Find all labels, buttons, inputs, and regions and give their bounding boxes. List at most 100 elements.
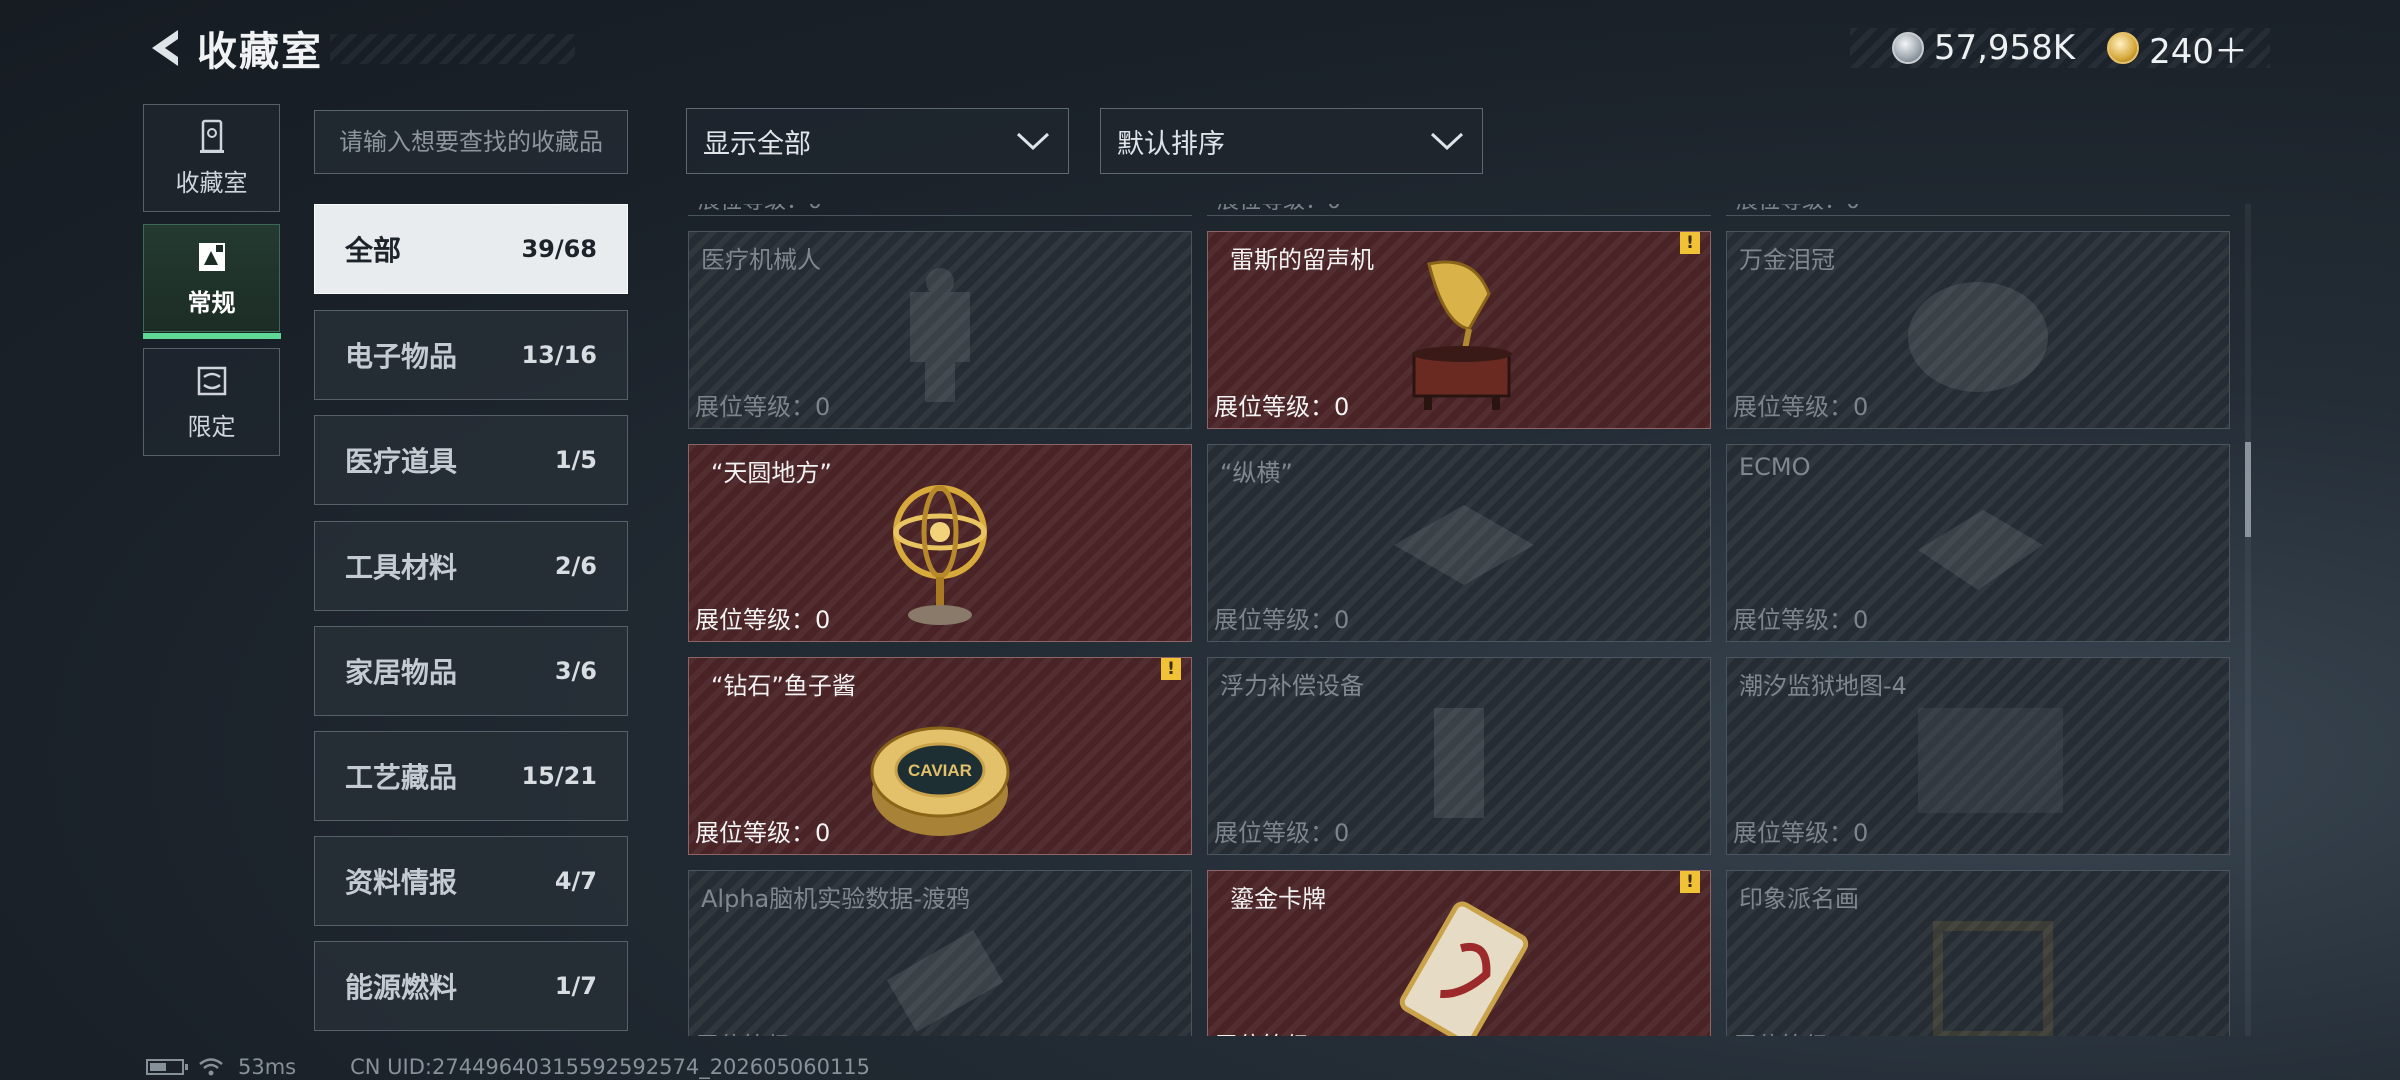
grid-scrollbar-thumb[interactable] [2245,442,2251,537]
card-level: 展位等级：0 [695,819,831,847]
category-count: 3/6 [554,657,597,685]
tab-collection-room[interactable]: 收藏室 [143,104,280,212]
category-count: 1/5 [554,446,597,474]
bcd-ghost-icon [1434,708,1484,818]
category-label: 工具材料 [345,551,458,584]
ecmo-ghost-icon [1918,510,2043,590]
card-level: 展位等级：0 [695,606,831,634]
category-label: 家居物品 [345,656,458,689]
category-crafts[interactable]: 工艺藏品 15/21 [314,731,628,821]
currency-bar: 57,958K 240＋ [1850,28,2270,72]
category-label: 能源燃料 [345,971,458,1004]
regular-icon [194,239,230,275]
gold-currency-value[interactable]: 240＋ [2149,24,2248,73]
sort-label: 默认排序 [1117,128,1225,160]
map-ghost-icon [1918,708,2063,813]
card-name: “天圆地方” [711,459,832,487]
strip-level-text: 展位等级：0 [1207,204,1711,216]
search-input[interactable] [339,128,627,156]
collection-card[interactable]: Alpha脑机实验数据-渡鸦 展位等级：0 [688,870,1192,1036]
previous-row-strip: 展位等级：0 展位等级：0 展位等级：0 [686,204,2231,218]
alert-icon: ! [1680,232,1700,254]
collection-card[interactable]: 医疗机械人 展位等级：0 [688,231,1192,429]
category-count: 4/7 [554,867,597,895]
category-count: 2/6 [554,552,597,580]
collection-card[interactable]: “纵横” 展位等级：0 [1207,444,1711,642]
collection-card[interactable]: 印象派名画 展位等级：0 [1726,870,2230,1036]
category-tools[interactable]: 工具材料 2/6 [314,521,628,611]
card-level: 展位等级：0 [1733,819,1869,847]
category-label: 资料情报 [345,866,458,899]
card-name: “纵横” [1220,459,1293,487]
collection-card[interactable]: 万金泪冠 展位等级：0 [1726,231,2230,429]
card-level: 展位等级：0 [1733,393,1869,421]
collection-grid[interactable]: 展位等级：0 展位等级：0 展位等级：0 医疗机械人 展位等级：0 雷斯的留声机… [686,204,2231,1036]
display-filter-dropdown[interactable]: 显示全部 [686,108,1069,174]
collection-card[interactable]: “天圆地方” 展位等级：0 [688,444,1192,642]
robot-ghost-icon [910,268,970,402]
search-field[interactable] [314,110,628,174]
ping-value: 53ms [238,1055,297,1079]
card-level: 展位等级：0 [1733,1026,1868,1036]
battery-icon [146,1059,188,1075]
card-level: 展位等级：0 [695,393,831,421]
card-name: 鎏金卡牌 [1230,885,1326,913]
category-fuel[interactable]: 能源燃料 1/7 [314,941,628,1031]
category-electronics[interactable]: 电子物品 13/16 [314,310,628,400]
category-label: 医疗道具 [345,445,458,478]
tab-regular-label: 常规 [187,288,236,317]
strip-level-text: 展位等级：0 [688,204,1192,216]
card-name: 印象派名画 [1739,885,1859,913]
category-medical[interactable]: 医疗道具 1/5 [314,415,628,505]
grid-scrollbar-track[interactable] [2245,204,2251,1036]
alert-icon: ! [1680,871,1700,893]
tab-limited-label: 限定 [187,412,236,441]
uid-text: CN UID:27449640315592592574_202605060115 [350,1055,871,1079]
card-level: 展位等级：0 [1214,1026,1349,1036]
tab-limited[interactable]: 限定 [143,348,280,456]
silver-currency-value: 57,958K [1933,28,2076,68]
card-name: 潮汐监狱地图-4 [1739,672,1907,700]
collection-card[interactable]: 雷斯的留声机 ! 展位等级：0 [1207,231,1711,429]
card-level: 展位等级：0 [1214,393,1350,421]
gold-coin-icon [2107,32,2140,64]
data-drive-ghost-icon [886,930,1004,1032]
back-arrow-icon[interactable] [145,26,185,70]
card-name: 浮力补偿设备 [1220,672,1364,700]
category-label: 电子物品 [345,340,458,373]
collection-card[interactable]: 潮汐监狱地图-4 展位等级：0 [1726,657,2230,855]
category-count: 15/21 [521,762,597,790]
category-label: 工艺藏品 [345,761,458,794]
card-level: 展位等级：0 [695,1026,830,1036]
category-count: 1/7 [554,972,597,1000]
collection-card[interactable]: ECMO 展位等级：0 [1726,444,2230,642]
limited-icon [194,363,230,399]
chessboard-ghost-icon [1394,505,1534,585]
category-household[interactable]: 家居物品 3/6 [314,626,628,716]
category-count: 39/68 [521,235,597,263]
collection-room-icon [194,119,230,155]
crown-ghost-icon [1908,282,2048,392]
category-intel[interactable]: 资料情报 4/7 [314,836,628,926]
collection-card[interactable]: 鎏金卡牌 ! 展位等级：0 [1207,870,1711,1036]
page-header: 收藏室 [145,24,323,75]
caviar-tin-icon: CAVIAR [870,726,1010,836]
strip-level-text: 展位等级：0 [1726,204,2230,216]
silver-coin-icon [1891,32,1924,64]
card-level: 展位等级：0 [1733,606,1869,634]
tab-regular[interactable]: 常规 [142,224,281,339]
sort-dropdown[interactable]: 默认排序 [1100,108,1483,174]
status-bar: 53ms CN UID:27449640315592592574_2026050… [146,1055,870,1079]
card-name: 万金泪冠 [1739,246,1835,274]
category-label: 全部 [345,234,402,267]
gilded-card-icon [1399,901,1529,1036]
category-all[interactable]: 全部 39/68 [314,204,628,294]
title-decoration [330,34,575,64]
collection-card[interactable]: 浮力补偿设备 展位等级：0 [1207,657,1711,855]
page-title: 收藏室 [197,29,323,75]
collection-card[interactable]: “钻石”鱼子酱 ! CAVIAR 展位等级：0 [688,657,1192,855]
card-name: ECMO [1739,453,1811,481]
gramophone-icon [1412,260,1512,410]
caviar-label: CAVIAR [908,761,972,780]
chevron-down-icon [1016,132,1050,151]
